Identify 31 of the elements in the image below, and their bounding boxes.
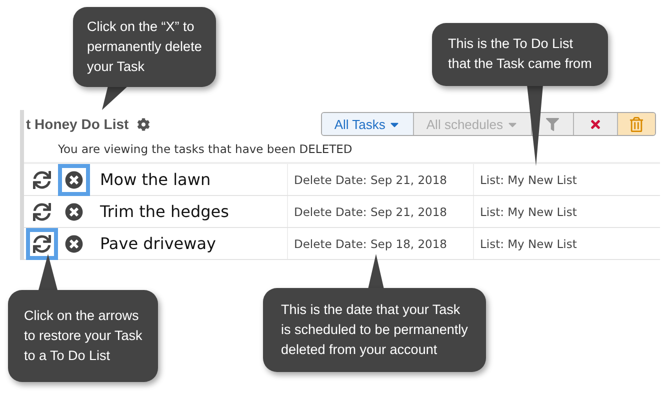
close-icon <box>589 118 602 130</box>
funnel-icon <box>546 118 559 130</box>
delete-date: Delete Date: Sep 21, 2018 <box>287 164 473 195</box>
delete-button[interactable] <box>58 164 90 196</box>
settings-icon[interactable] <box>136 118 150 130</box>
callout-text: Click on the “X” to permanently delete your Task <box>73 7 216 87</box>
list-name: List: My New List <box>473 196 660 227</box>
refresh-icon <box>33 234 51 252</box>
deleted-notice: You are viewing the tasks that have been DELETED <box>57 141 354 158</box>
close-icon <box>65 234 83 252</box>
refresh-icon <box>33 170 51 188</box>
close-icon <box>65 202 83 220</box>
list-title: t Honey Do List <box>26 116 129 132</box>
callout-text: This is the date that your Task is scheduled to be permanently deleted from your account <box>263 288 486 372</box>
task-name: Trim the hedges <box>99 202 230 221</box>
filter-dropdown[interactable]: All Tasks <box>322 113 414 135</box>
restore-button[interactable] <box>26 228 58 260</box>
trash-icon <box>629 116 644 132</box>
list-name: List: My New List <box>473 164 660 195</box>
callout-pointer <box>368 254 384 289</box>
close-icon <box>65 170 83 188</box>
refresh-icon <box>33 202 51 220</box>
callout-text: This is the To Do List that the Task came from <box>432 23 608 86</box>
task-name: Mow the lawn <box>99 170 212 189</box>
clear-button[interactable] <box>573 113 617 135</box>
callout-pointer <box>38 254 58 292</box>
callout-text: Click on the arrows to restore your Task to a To Do List <box>8 290 158 382</box>
task-name: Pave driveway <box>99 234 217 253</box>
list-name: List: My New List <box>473 228 660 259</box>
delete-date: Delete Date: Sep 21, 2018 <box>287 196 473 227</box>
callout-pointer <box>102 86 128 110</box>
